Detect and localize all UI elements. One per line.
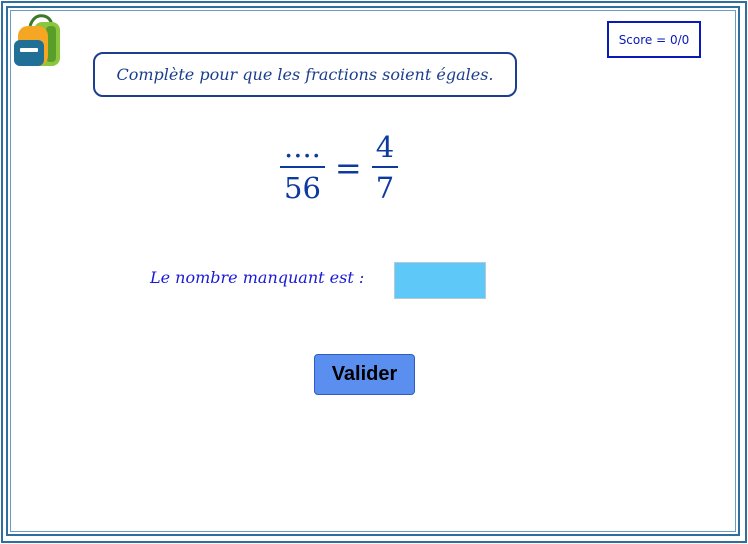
left-fraction: .... 56 [280,129,325,207]
fraction-bar [280,166,325,168]
left-denominator: 56 [284,171,321,205]
backpack-icon [14,14,60,66]
answer-label: Le nombre manquant est : [150,268,365,287]
instruction-box: Complète pour que les fractions soient é… [93,52,517,97]
fraction-equation: .... 56 = 4 7 [280,126,399,210]
left-numerator: .... [284,130,321,164]
equals-sign: = [334,149,362,187]
validate-button[interactable]: Valider [314,354,415,395]
right-denominator: 7 [375,171,395,205]
score-display: Score = 0/0 [607,21,701,58]
fraction-bar [371,166,399,168]
right-fraction: 4 7 [371,129,399,207]
right-numerator: 4 [375,130,395,164]
answer-input[interactable] [394,262,486,299]
